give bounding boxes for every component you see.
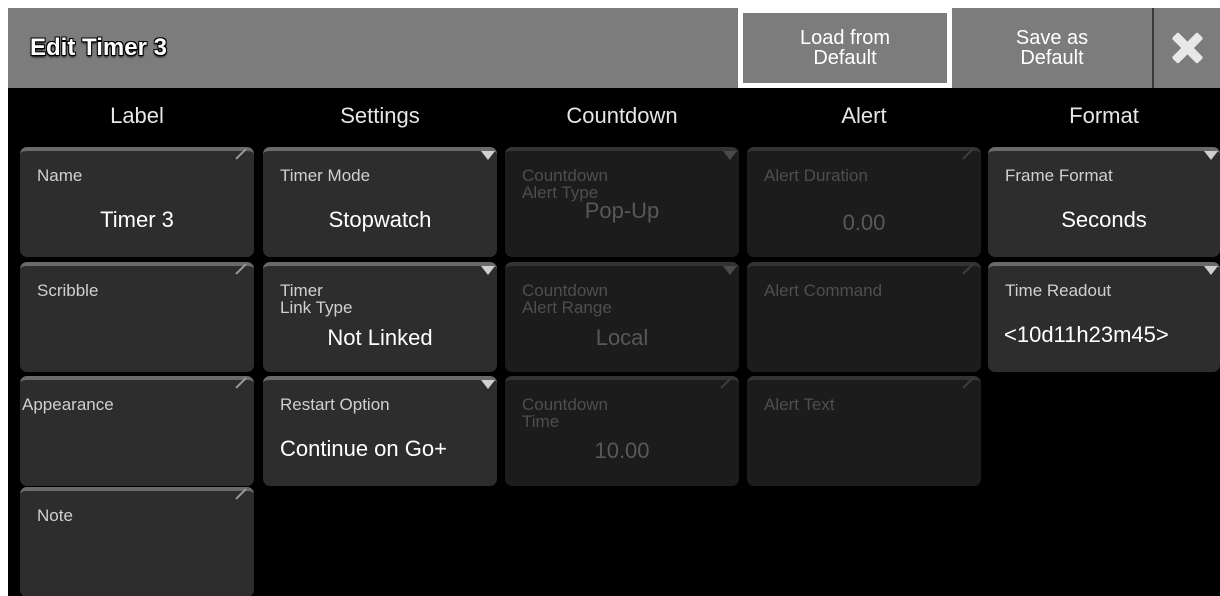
- time-readout-select[interactable]: Time Readout <10d11h23m45>: [988, 262, 1220, 372]
- edit-timer-dialog: Edit Timer 3 Load from Default Save as D…: [8, 8, 1220, 596]
- note-field-label: Note: [37, 506, 73, 525]
- edit-corner-icon: [235, 488, 247, 500]
- edit-corner-icon: [720, 377, 732, 389]
- close-button[interactable]: [1154, 8, 1220, 88]
- countdown-alert-range-label: Countdown Alert Range: [522, 281, 612, 317]
- load-from-default-button[interactable]: Load from Default: [738, 8, 952, 88]
- timer-mode-select[interactable]: Timer Mode Stopwatch: [263, 147, 497, 257]
- name-field[interactable]: Name Timer 3: [20, 147, 254, 257]
- scribble-field[interactable]: Scribble: [20, 262, 254, 372]
- edit-corner-icon: [962, 148, 974, 160]
- restart-option-value: Continue on Go+: [280, 436, 447, 461]
- edit-corner-icon: [235, 148, 247, 160]
- countdown-alert-type-value: Pop-Up: [584, 198, 660, 223]
- dropdown-corner-icon: [481, 151, 495, 160]
- load-from-default-label: Load from Default: [799, 27, 891, 69]
- scribble-field-label: Scribble: [37, 281, 99, 300]
- edit-corner-icon: [962, 377, 974, 389]
- dropdown-corner-icon: [1204, 266, 1218, 275]
- save-as-default-label: Save as Default: [1015, 27, 1089, 69]
- timer-mode-label: Timer Mode: [280, 166, 371, 185]
- frame-format-select[interactable]: Frame Format Seconds: [988, 147, 1220, 257]
- dropdown-corner-icon: [723, 151, 737, 160]
- timer-link-type-label: Timer Link Type: [280, 281, 353, 317]
- dropdown-corner-icon: [481, 266, 495, 275]
- countdown-alert-range-value: Local: [595, 325, 649, 350]
- column-header-countdown: Countdown: [566, 103, 678, 128]
- alert-duration-label: Alert Duration: [764, 166, 868, 185]
- countdown-time-field[interactable]: Countdown Time 10.00: [505, 376, 739, 486]
- dialog-title: Edit Timer 3: [30, 34, 167, 61]
- alert-duration-value: 0.00: [842, 210, 886, 235]
- countdown-time-label: Countdown Time: [522, 395, 609, 431]
- column-header-label: Label: [110, 103, 164, 128]
- time-readout-value: <10d11h23m45>: [1004, 322, 1169, 347]
- timer-link-type-select[interactable]: Timer Link Type Not Linked: [263, 262, 497, 372]
- edit-corner-icon: [235, 377, 247, 389]
- time-readout-label: Time Readout: [1005, 281, 1112, 300]
- name-field-value: Timer 3: [100, 207, 174, 232]
- note-field[interactable]: Note: [20, 487, 254, 596]
- countdown-alert-type-select[interactable]: Countdown Alert Type Pop-Up: [505, 147, 739, 257]
- alert-text-label: Alert Text: [764, 395, 835, 414]
- dropdown-corner-icon: [481, 380, 495, 389]
- alert-command-label: Alert Command: [764, 281, 883, 300]
- alert-command-field[interactable]: Alert Command: [747, 262, 981, 372]
- name-field-label: Name: [37, 166, 83, 185]
- countdown-alert-type-label: Countdown Alert Type: [522, 166, 609, 202]
- column-header-format: Format: [1069, 103, 1139, 128]
- appearance-field-label: Appearance: [22, 395, 114, 414]
- frame-format-label: Frame Format: [1005, 166, 1113, 185]
- dropdown-corner-icon: [723, 266, 737, 275]
- restart-option-select[interactable]: Restart Option Continue on Go+: [263, 376, 497, 486]
- timer-mode-value: Stopwatch: [328, 207, 432, 232]
- countdown-time-value: 10.00: [594, 438, 650, 463]
- alert-duration-field[interactable]: Alert Duration 0.00: [747, 147, 981, 257]
- edit-corner-icon: [235, 263, 247, 275]
- column-header-settings: Settings: [340, 103, 420, 128]
- appearance-field[interactable]: Appearance: [20, 376, 254, 486]
- countdown-alert-range-select[interactable]: Countdown Alert Range Local: [505, 262, 739, 372]
- dropdown-corner-icon: [1204, 151, 1218, 160]
- restart-option-label: Restart Option: [280, 395, 390, 414]
- timer-link-type-value: Not Linked: [327, 325, 433, 350]
- column-header-alert: Alert: [841, 103, 887, 128]
- alert-text-field[interactable]: Alert Text: [747, 376, 981, 486]
- edit-corner-icon: [962, 263, 974, 275]
- save-as-default-button[interactable]: Save as Default: [952, 8, 1154, 88]
- close-x-icon: [1171, 32, 1203, 64]
- frame-format-value: Seconds: [1061, 207, 1147, 232]
